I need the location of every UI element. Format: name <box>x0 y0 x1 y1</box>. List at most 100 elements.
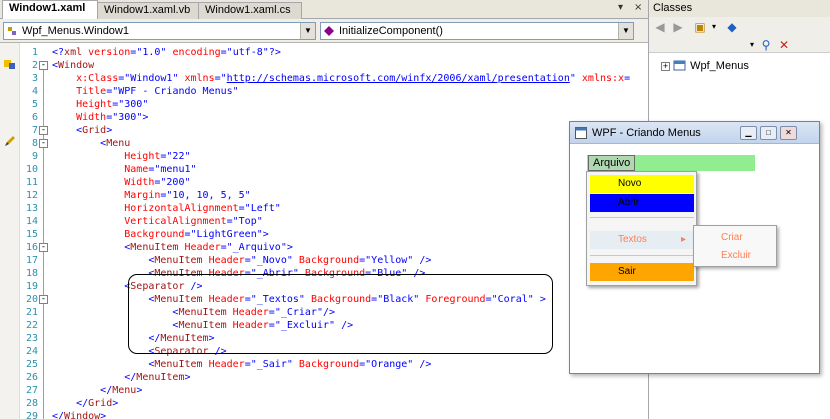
line-number: 23 <box>25 333 38 344</box>
code-line[interactable]: 13 HorizontalAlignment="Left" <box>0 202 648 215</box>
tab-window1-xaml[interactable]: Window1.xaml <box>2 0 98 20</box>
collapse-toggle-icon[interactable]: - <box>39 61 48 70</box>
menu-separator <box>590 255 694 256</box>
line-number: 8 <box>31 138 38 149</box>
chevron-down-icon[interactable]: ▾ <box>745 38 759 52</box>
code-text: Margin="10, 10, 5, 5" <box>124 190 251 201</box>
code-line[interactable]: 9 Height="22" <box>0 150 648 163</box>
code-line[interactable]: 27 </Menu> <box>0 384 648 397</box>
code-text: <?xml version="1.0" encoding="utf-8"?> <box>52 47 281 58</box>
tab-dropdown-icon[interactable]: ▾ <box>618 2 623 13</box>
code-text: </Window> <box>52 411 107 419</box>
menu-item-criar[interactable]: Criar <box>697 229 775 247</box>
code-line[interactable]: 17 <MenuItem Header="_Novo" Background="… <box>0 254 648 267</box>
collapse-toggle-icon[interactable]: - <box>39 243 48 252</box>
line-number: 26 <box>25 372 38 383</box>
code-line[interactable]: 3 x:Class="Window1" xmlns="http://schema… <box>0 72 648 85</box>
code-line[interactable]: 26 </MenuItem> <box>0 371 648 384</box>
code-line[interactable]: 7- <Grid> <box>0 124 648 137</box>
line-number: 27 <box>25 385 38 396</box>
project-icon <box>673 60 686 71</box>
line-number: 28 <box>25 398 38 409</box>
code-text: <Window <box>52 60 95 71</box>
classes-panel-title: Classes <box>649 0 830 17</box>
tab-label: Window1.xaml.vb <box>104 4 191 16</box>
code-text: </MenuItem> <box>124 372 191 383</box>
code-editor[interactable]: 1 <?xml version="1.0" encoding="utf-8"?> 2… <box>0 43 648 419</box>
line-number: 13 <box>25 203 38 214</box>
code-text: Title="WPF - Criando Menus" <box>76 86 239 97</box>
classes-toolbar: ◀ ▶ ▣ ▾ ◆ <box>649 17 830 37</box>
clear-search-icon[interactable]: ✕ <box>777 38 791 52</box>
code-line[interactable]: 16- <MenuItem Header="_Arquivo"> <box>0 241 648 254</box>
tree-expander[interactable]: + <box>661 61 670 71</box>
code-line[interactable]: 25 <MenuItem Header="_Sair" Background="… <box>0 358 648 371</box>
window-body: Arquivo Novo Abrir Textos ▸ Sair Criar E… <box>570 144 819 373</box>
line-number: 10 <box>25 164 38 175</box>
code-text: <Grid> <box>76 125 113 136</box>
code-line[interactable]: 5 Height="300" <box>0 98 648 111</box>
line-number: 4 <box>31 86 38 97</box>
close-button[interactable]: ✕ <box>780 126 797 140</box>
document-tab-bar: Window1.xaml Window1.xaml.vb Window1.xam… <box>0 0 648 20</box>
collapse-toggle-icon[interactable]: - <box>39 126 48 135</box>
forward-icon[interactable]: ▶ <box>671 20 685 34</box>
code-text: Background="LightGreen"> <box>124 229 269 240</box>
code-line[interactable]: 10 Name="menu1" <box>0 163 648 176</box>
line-number: 15 <box>25 229 38 240</box>
class-combobox[interactable]: Wpf_Menus.Window1 ▼ <box>3 22 316 40</box>
search-icon[interactable]: ⚲ <box>759 38 773 52</box>
tab-window1-xaml-vb[interactable]: Window1.xaml.vb <box>97 2 199 19</box>
folder-icon[interactable]: ▣ <box>693 20 707 34</box>
code-line[interactable]: 14 VerticalAlignment="Top" <box>0 215 648 228</box>
tab-window1-xaml-cs[interactable]: Window1.xaml.cs <box>198 2 302 19</box>
line-number: 7 <box>31 125 38 136</box>
menu-separator <box>590 217 694 218</box>
chevron-down-icon[interactable]: ▾ <box>707 20 721 34</box>
menu-arquivo[interactable]: Arquivo <box>588 155 636 171</box>
menu-item-textos-label: Textos <box>618 234 647 245</box>
book-icon[interactable]: ◆ <box>725 20 739 34</box>
wpf-preview-window: WPF - Criando Menus ▁ □ ✕ Arquivo Novo A… <box>569 121 820 374</box>
code-line[interactable]: 1 <?xml version="1.0" encoding="utf-8"?> <box>0 46 648 59</box>
menu-item-excluir[interactable]: Excluir <box>697 247 775 265</box>
window-title: WPF - Criando Menus <box>592 127 701 139</box>
collapse-toggle-icon[interactable]: - <box>39 139 48 148</box>
line-number: 5 <box>31 99 38 110</box>
member-combobox-value: InitializeComponent() <box>339 25 443 37</box>
line-number: 21 <box>25 307 38 318</box>
minimize-button[interactable]: ▁ <box>740 126 757 140</box>
classes-search-bar: ▾ ⚲ ✕ <box>649 37 830 53</box>
arquivo-dropdown: Novo Abrir Textos ▸ Sair <box>586 171 697 286</box>
navigation-bar: Wpf_Menus.Window1 ▼ InitializeComponent(… <box>0 19 648 43</box>
close-document-icon[interactable]: × <box>634 2 642 13</box>
line-number: 18 <box>25 268 38 279</box>
menu-item-novo[interactable]: Novo <box>590 175 694 193</box>
code-line[interactable]: 11 Width="200" <box>0 176 648 189</box>
member-combobox[interactable]: InitializeComponent() ▼ <box>320 22 634 40</box>
chevron-down-icon[interactable]: ▼ <box>618 23 633 39</box>
menu-bar: Arquivo <box>587 155 755 171</box>
collapse-toggle-icon[interactable]: - <box>39 295 48 304</box>
menu-item-sair[interactable]: Sair <box>590 263 694 281</box>
back-icon[interactable]: ◀ <box>653 20 667 34</box>
menu-item-abrir[interactable]: Abrir <box>590 194 694 212</box>
code-line[interactable]: 2- <Window <box>0 59 648 72</box>
chevron-down-icon[interactable]: ▼ <box>300 23 315 39</box>
code-line[interactable]: 12 Margin="10, 10, 5, 5" <box>0 189 648 202</box>
line-number: 19 <box>25 281 38 292</box>
menu-item-textos[interactable]: Textos ▸ <box>590 231 694 249</box>
code-text: <MenuItem Header="_Novo" Background="Yel… <box>148 255 432 266</box>
code-line[interactable]: 28 </Grid> <box>0 397 648 410</box>
tree-item-wpf-menus[interactable]: Wpf_Menus <box>690 60 749 72</box>
code-line[interactable]: 15 Background="LightGreen"> <box>0 228 648 241</box>
code-line[interactable]: 6 Width="300"> <box>0 111 648 124</box>
maximize-button[interactable]: □ <box>760 126 777 140</box>
code-text: Name="menu1" <box>124 164 197 175</box>
code-line[interactable]: 4 Title="WPF - Criando Menus" <box>0 85 648 98</box>
code-line[interactable]: 29 </Window> <box>0 410 648 419</box>
code-text: Width="200" <box>124 177 191 188</box>
annotation-highlight-box <box>128 274 553 354</box>
line-number: 3 <box>31 73 38 84</box>
code-line[interactable]: 8- <Menu <box>0 137 648 150</box>
